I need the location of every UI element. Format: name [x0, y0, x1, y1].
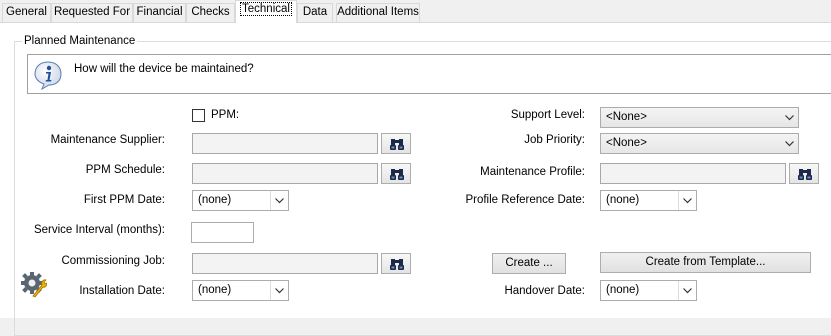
- profile-reference-date-picker[interactable]: (none): [600, 190, 697, 211]
- tab-data[interactable]: Data: [297, 3, 333, 22]
- dropdown-button[interactable]: [781, 108, 798, 127]
- ppm-schedule-label: PPM Schedule:: [85, 164, 165, 176]
- tab-bar: General Requested For Financial Checks T…: [0, 0, 831, 23]
- tab-technical[interactable]: Technical: [235, 0, 297, 23]
- technical-panel: Planned Maintenance How will the device …: [0, 23, 831, 336]
- maintenance-supplier-label: Maintenance Supplier:: [50, 134, 165, 146]
- tab-label: Additional Items: [337, 6, 419, 18]
- date-picker-button[interactable]: [678, 281, 696, 300]
- tab-label: Technical: [240, 2, 292, 16]
- maintenance-supplier-field[interactable]: [192, 133, 378, 154]
- group-title: Planned Maintenance: [22, 35, 138, 47]
- maintenance-supplier-lookup-button[interactable]: [381, 133, 411, 154]
- tab-label: Requested For: [53, 6, 131, 18]
- dropdown-button[interactable]: [781, 134, 798, 153]
- tab-checks[interactable]: Checks: [186, 3, 235, 22]
- maintenance-profile-label: Maintenance Profile:: [480, 166, 585, 178]
- first-ppm-date-value: (none): [198, 194, 232, 206]
- binoculars-icon: [390, 259, 404, 270]
- tab-requested-for[interactable]: Requested For: [51, 3, 133, 22]
- tab-label: Financial: [136, 6, 183, 18]
- installation-date-picker[interactable]: (none): [192, 280, 289, 301]
- tab-label: General: [6, 6, 47, 18]
- commissioning-job-field[interactable]: [192, 253, 378, 274]
- commissioning-job-label: Commissioning Job:: [61, 255, 165, 267]
- maintenance-profile-field[interactable]: [600, 163, 786, 184]
- installation-date-label: Installation Date:: [79, 285, 165, 297]
- info-icon: [34, 61, 62, 90]
- create-from-template-button[interactable]: Create from Template...: [600, 252, 811, 273]
- tab-additional-items[interactable]: Additional Items: [336, 3, 420, 22]
- binoculars-icon: [390, 169, 404, 180]
- info-box: How will the device be maintained?: [27, 54, 831, 94]
- support-level-value: <None>: [606, 111, 647, 123]
- first-ppm-date-picker[interactable]: (none): [192, 190, 289, 211]
- date-picker-button[interactable]: [270, 281, 288, 300]
- handover-date-value: (none): [606, 284, 640, 296]
- installation-date-value: (none): [198, 284, 232, 296]
- info-text: How will the device be maintained?: [74, 63, 254, 75]
- service-interval-field[interactable]: [191, 222, 254, 243]
- chevron-down-icon: [785, 141, 794, 147]
- profile-reference-date-value: (none): [606, 194, 640, 206]
- first-ppm-date-label: First PPM Date:: [83, 194, 165, 206]
- ppm-schedule-field[interactable]: [192, 163, 378, 184]
- job-priority-value: <None>: [606, 137, 647, 149]
- tab-label: Checks: [191, 6, 230, 18]
- ppm-label: PPM:: [211, 109, 240, 121]
- ppm-schedule-lookup-button[interactable]: [381, 163, 411, 184]
- handover-date-picker[interactable]: (none): [600, 280, 697, 301]
- chevron-down-icon: [683, 288, 692, 294]
- chevron-down-icon: [275, 288, 284, 294]
- job-priority-label: Job Priority:: [524, 134, 585, 146]
- maintenance-profile-lookup-button[interactable]: [789, 163, 819, 184]
- support-level-label: Support Level:: [510, 109, 585, 121]
- ppm-checkbox[interactable]: [192, 109, 205, 122]
- date-picker-button[interactable]: [270, 191, 288, 210]
- binoculars-icon: [390, 139, 404, 150]
- tab-label: Data: [302, 6, 328, 18]
- support-level-select[interactable]: <None>: [600, 107, 799, 128]
- chevron-down-icon: [275, 198, 284, 204]
- tab-financial[interactable]: Financial: [133, 3, 186, 22]
- job-priority-select[interactable]: <None>: [600, 133, 799, 154]
- tab-general[interactable]: General: [2, 3, 51, 22]
- profile-reference-date-label: Profile Reference Date:: [465, 194, 585, 206]
- chevron-down-icon: [683, 198, 692, 204]
- commissioning-job-lookup-button[interactable]: [381, 253, 411, 274]
- date-picker-button[interactable]: [678, 191, 696, 210]
- chevron-down-icon: [785, 115, 794, 121]
- handover-date-label: Handover Date:: [504, 285, 585, 297]
- create-button[interactable]: Create ...: [492, 253, 566, 274]
- service-interval-label: Service Interval (months):: [33, 224, 165, 236]
- binoculars-icon: [798, 169, 812, 180]
